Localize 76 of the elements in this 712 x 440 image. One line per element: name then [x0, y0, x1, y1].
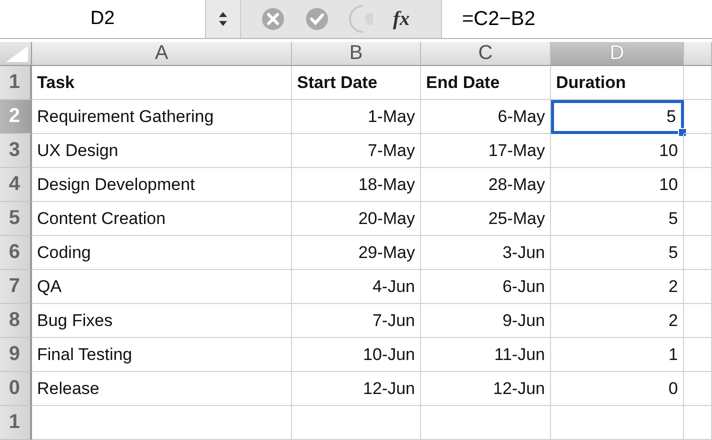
empty-cell[interactable]: [551, 406, 684, 440]
empty-cell[interactable]: [684, 270, 712, 304]
empty-cell[interactable]: [684, 168, 712, 202]
table-cell[interactable]: 17-May: [421, 134, 551, 168]
table-cell[interactable]: End Date: [421, 66, 551, 100]
table-cell[interactable]: 10-Jun: [292, 338, 421, 372]
table-cell[interactable]: 1: [551, 338, 684, 372]
empty-cell[interactable]: [684, 202, 712, 236]
table-cell[interactable]: 12-Jun: [421, 372, 551, 406]
table-cell[interactable]: Start Date: [292, 66, 421, 100]
table-cell[interactable]: UX Design: [32, 134, 292, 168]
column-header[interactable]: C: [421, 42, 551, 66]
cancel-icon[interactable]: [261, 7, 285, 31]
confirm-icon[interactable]: [305, 7, 329, 31]
empty-cell[interactable]: [684, 406, 712, 440]
function-label[interactable]: fx: [393, 8, 410, 30]
table-cell[interactable]: Content Creation: [32, 202, 292, 236]
table-cell[interactable]: 1-May: [292, 100, 421, 134]
table-cell[interactable]: 3-Jun: [421, 236, 551, 270]
table-cell[interactable]: 20-May: [292, 202, 421, 236]
row-header[interactable]: 8: [0, 304, 32, 338]
table-cell[interactable]: Requirement Gathering: [32, 100, 292, 134]
table-cell[interactable]: 25-May: [421, 202, 551, 236]
empty-cell[interactable]: [684, 100, 712, 134]
row-header[interactable]: 1: [0, 66, 32, 100]
column-header[interactable]: A: [32, 42, 292, 66]
table-cell[interactable]: 2: [551, 270, 684, 304]
table-cell[interactable]: Task: [32, 66, 292, 100]
empty-cell[interactable]: [684, 236, 712, 270]
row-header[interactable]: 7: [0, 270, 32, 304]
row-header[interactable]: 0: [0, 372, 32, 406]
table-cell[interactable]: 7-Jun: [292, 304, 421, 338]
table-cell[interactable]: 5: [551, 236, 684, 270]
table-cell[interactable]: 9-Jun: [421, 304, 551, 338]
table-cell[interactable]: 6-Jun: [421, 270, 551, 304]
table-cell[interactable]: Coding: [32, 236, 292, 270]
empty-cell[interactable]: [684, 304, 712, 338]
empty-cell[interactable]: [684, 372, 712, 406]
table-cell[interactable]: Release: [32, 372, 292, 406]
table-cell[interactable]: 4-Jun: [292, 270, 421, 304]
table-cell[interactable]: 12-Jun: [292, 372, 421, 406]
row-header[interactable]: 6: [0, 236, 32, 270]
table-cell[interactable]: Bug Fixes: [32, 304, 292, 338]
table-cell[interactable]: 0: [551, 372, 684, 406]
table-cell[interactable]: 5: [551, 202, 684, 236]
table-cell[interactable]: 6-May: [421, 100, 551, 134]
select-all-icon[interactable]: [6, 46, 28, 62]
column-header[interactable]: B: [292, 42, 421, 66]
empty-cell[interactable]: [292, 406, 421, 440]
row-header[interactable]: 9: [0, 338, 32, 372]
table-cell[interactable]: 5: [551, 100, 684, 134]
table-cell[interactable]: Duration: [551, 66, 684, 100]
table-cell[interactable]: 11-Jun: [421, 338, 551, 372]
column-header[interactable]: [684, 42, 712, 66]
fill-handle[interactable]: [678, 128, 687, 137]
row-header[interactable]: 3: [0, 134, 32, 168]
table-cell[interactable]: QA: [32, 270, 292, 304]
table-cell[interactable]: 29-May: [292, 236, 421, 270]
table-cell[interactable]: 18-May: [292, 168, 421, 202]
select-all-button[interactable]: [0, 42, 32, 66]
row-header[interactable]: 1: [0, 406, 32, 440]
empty-cell[interactable]: [421, 406, 551, 440]
table-cell[interactable]: 10: [551, 168, 684, 202]
name-box[interactable]: D2: [0, 0, 206, 38]
empty-cell[interactable]: [684, 338, 712, 372]
empty-cell[interactable]: [684, 134, 712, 168]
table-cell[interactable]: 10: [551, 134, 684, 168]
table-cell[interactable]: Final Testing: [32, 338, 292, 372]
formula-field[interactable]: =C2−B2: [441, 0, 712, 38]
table-cell[interactable]: 28-May: [421, 168, 551, 202]
row-header[interactable]: 4: [0, 168, 32, 202]
circle-button-icon[interactable]: [349, 4, 373, 34]
table-cell[interactable]: 7-May: [292, 134, 421, 168]
table-cell[interactable]: Design Development: [32, 168, 292, 202]
row-header[interactable]: 5: [0, 202, 32, 236]
table-cell[interactable]: 2: [551, 304, 684, 338]
